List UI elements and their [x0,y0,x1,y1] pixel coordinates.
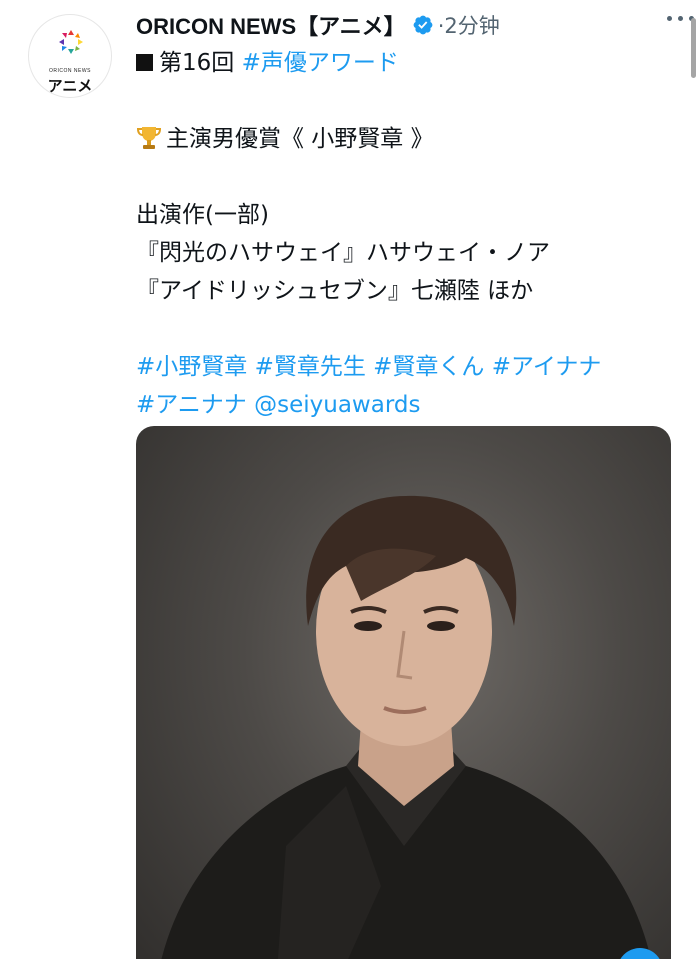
award-line: 主演男優賞《 小野賢章 》 [136,120,681,158]
work-item-2: 『アイドリッシュセブン』七瀬陸 ほか [136,278,534,304]
hashtag-line-2[interactable]: #アニナナ @seiyuawards [136,386,681,424]
display-name[interactable]: ORICON NEWS【アニメ】 [136,9,406,41]
tweet-text: 第16回 #声優アワード 主演男優賞《 小野賢章 》 出演作(一部) 『閃光のハ… [136,44,681,424]
verified-badge-icon [413,15,433,35]
tweet-header: ORICON NEWS【アニメ】 ·2分钟 [136,8,690,42]
edition-text: 第16回 [159,50,242,76]
avatar-subtitle: ORICON NEWS [49,68,91,74]
oricon-logo-icon [59,30,83,54]
black-square-icon [136,54,153,71]
hashtag-line-1[interactable]: #小野賢章 #賢章先生 #賢章くん #アイナナ [136,348,681,386]
profile-avatar[interactable]: ORICON NEWS アニメ [28,14,112,98]
works-title: 出演作(一部) [136,202,269,228]
tweet-photo[interactable] [136,426,671,959]
award-text: 主演男優賞《 小野賢章 》 [166,126,434,152]
scrollbar[interactable] [691,18,696,78]
tweet-line-1: 第16回 #声優アワード [136,44,681,82]
tweet-view: ORICON NEWS アニメ ORICON NEWS【アニメ】 ·2分钟 第1… [0,0,700,959]
hashtag-link[interactable]: #声優アワード [242,50,399,76]
portrait-illustration [161,495,651,959]
trophy-icon [136,127,162,149]
work-item-1: 『閃光のハサウェイ』ハサウェイ・ノア [136,240,550,266]
avatar-title: アニメ [47,77,93,95]
tweet-timestamp[interactable]: ·2分钟 [438,10,500,40]
